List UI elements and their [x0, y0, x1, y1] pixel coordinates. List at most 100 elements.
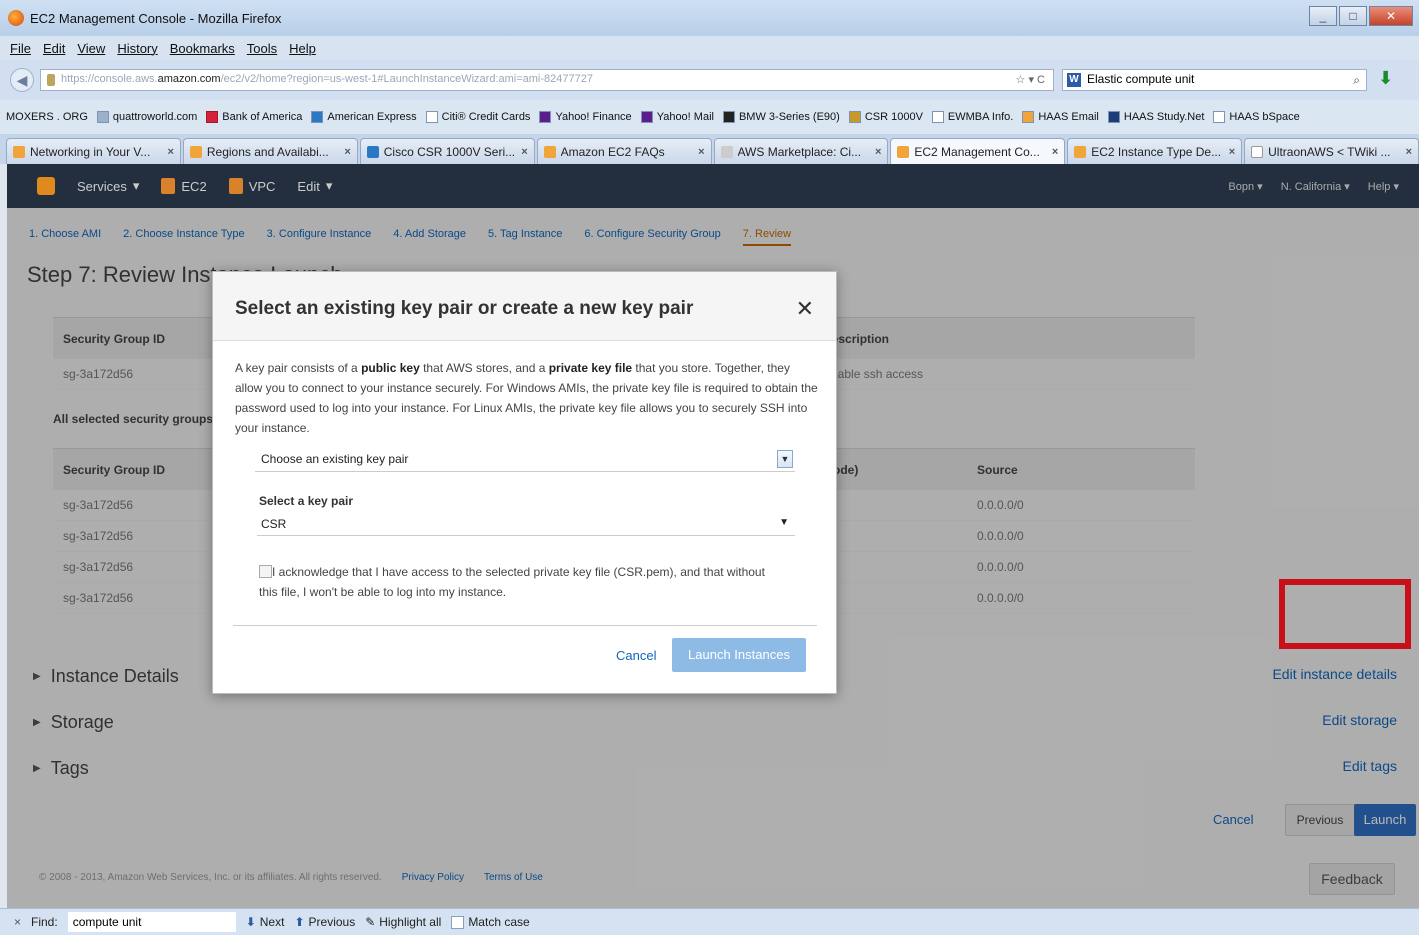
download-icon[interactable]: ⬇ [1378, 68, 1393, 89]
browser-tab[interactable]: Cisco CSR 1000V Seri... × [359, 138, 535, 164]
browser-tab[interactable]: EC2 Instance Type De... × [1067, 138, 1243, 164]
find-label: Find: [31, 915, 58, 929]
chevron-down-icon: ▾ [325, 178, 333, 193]
dialog-header: Select an existing key pair or create a … [213, 272, 836, 341]
bookmark-item[interactable]: Citi® Credit Cards [425, 111, 530, 123]
tab-favicon-icon [720, 145, 733, 158]
tab-close-icon[interactable]: × [344, 146, 350, 158]
annotation-highlight-box [1279, 579, 1411, 649]
navigation-bar: ◀ https://console.aws.amazon.com/ec2/v2/… [0, 60, 1419, 100]
arrow-up-icon: ⬆ [294, 915, 305, 929]
bookmark-icon [206, 111, 219, 123]
bookmark-icon [311, 111, 324, 123]
key-pair-dialog: Select an existing key pair or create a … [212, 271, 837, 694]
tab-close-icon[interactable]: × [1229, 146, 1235, 158]
browser-tab-active[interactable]: EC2 Management Co... × [890, 138, 1066, 164]
bookmark-item[interactable]: Yahoo! Finance [539, 111, 632, 123]
key-pair-mode-select[interactable]: Choose an existing key pair ▼ [255, 448, 795, 472]
vpc-shortcut[interactable]: VPC [228, 178, 275, 194]
highlight-all-button[interactable]: ✎ Highlight all [365, 915, 441, 929]
tab-close-icon[interactable]: × [1406, 146, 1412, 158]
bookmark-icon [96, 111, 109, 123]
dialog-description: A key pair consists of a public key that… [235, 361, 818, 435]
key-pair-mode-value: Choose an existing key pair [261, 452, 409, 466]
tab-close-icon[interactable]: × [167, 146, 173, 158]
match-case-checkbox[interactable] [451, 915, 465, 929]
bookmark-icon [425, 111, 438, 123]
search-icon[interactable]: ⌕ [1353, 73, 1360, 88]
tab-favicon-icon [1074, 145, 1087, 158]
search-engine-icon[interactable]: W [1067, 73, 1081, 87]
ec2-icon [161, 178, 176, 194]
services-menu[interactable]: Services ▾ [77, 178, 139, 194]
ec2-shortcut[interactable]: EC2 [161, 178, 207, 194]
search-bar[interactable]: W ⌕ [1062, 69, 1367, 91]
menu-bookmarks[interactable]: Bookmarks [170, 41, 235, 56]
bookmark-item[interactable]: Bank of America [206, 111, 302, 123]
bookmark-item[interactable]: quattroworld.com [96, 111, 197, 123]
tab-close-icon[interactable]: × [875, 146, 881, 158]
bookmark-item[interactable]: Yahoo! Mail [640, 111, 714, 123]
bookmark-item[interactable]: American Express [311, 111, 417, 123]
close-icon[interactable]: ✕ [796, 296, 814, 322]
find-input[interactable] [67, 912, 236, 932]
close-window-button[interactable]: ✕ [1369, 6, 1413, 26]
tab-close-icon[interactable]: × [521, 146, 527, 158]
close-find-icon[interactable]: × [14, 915, 21, 929]
menu-edit[interactable]: Edit [43, 41, 65, 56]
bookmark-item[interactable]: MOXERS . ORG [6, 111, 88, 123]
arrow-down-icon: ⬇ [245, 915, 256, 929]
user-menu[interactable]: Bopn ▾ [1228, 180, 1262, 193]
tab-close-icon[interactable]: × [698, 146, 704, 158]
menu-history[interactable]: History [117, 41, 157, 56]
divider [233, 625, 817, 626]
bookmark-item[interactable]: EWMBA Info. [931, 111, 1013, 123]
edit-menu[interactable]: Edit ▾ [297, 178, 332, 194]
highlighter-icon: ✎ [365, 915, 376, 929]
find-previous-button[interactable]: ⬆ Previous [294, 915, 355, 929]
reload-icon[interactable]: ☆ ▾ C [1016, 73, 1045, 86]
tab-favicon-icon [1251, 145, 1264, 158]
bookmark-icon [1022, 111, 1035, 123]
minimize-button[interactable]: _ [1309, 6, 1337, 26]
acknowledge-text: I acknowledge that I have access to the … [259, 565, 765, 599]
aws-logo-icon[interactable] [37, 177, 55, 195]
bookmarks-bar: MOXERS . ORG quattroworld.com Bank of Am… [0, 100, 1419, 134]
menu-view[interactable]: View [77, 41, 105, 56]
browser-tab[interactable]: Networking in Your V... × [6, 138, 181, 164]
url-text: https://console.aws.amazon.com/ec2/v2/ho… [61, 73, 593, 85]
launch-instances-button[interactable]: Launch Instances [672, 638, 806, 672]
acknowledge-checkbox[interactable] [259, 565, 272, 578]
bookmark-item[interactable]: CSR 1000V [848, 111, 923, 123]
browser-tab[interactable]: UltraonAWS < TWiki ... × [1244, 138, 1419, 164]
bookmark-icon [848, 111, 861, 123]
bookmark-item[interactable]: HAAS bSpace [1213, 111, 1300, 123]
help-menu[interactable]: Help ▾ [1368, 180, 1399, 193]
dropdown-arrow-icon[interactable]: ▼ [777, 450, 793, 468]
bookmark-item[interactable]: HAAS Email [1022, 111, 1099, 123]
browser-tab[interactable]: Amazon EC2 FAQs × [536, 138, 712, 164]
menu-file[interactable]: File [10, 41, 31, 56]
tab-strip: Networking in Your V... × Regions and Ava… [0, 134, 1419, 164]
back-arrow-icon[interactable]: ◀ [10, 68, 34, 92]
bookmark-item[interactable]: HAAS Study.Net [1107, 111, 1204, 123]
browser-tab[interactable]: Regions and Availabi... × [182, 138, 358, 164]
browser-tab[interactable]: AWS Marketplace: Ci... × [713, 138, 889, 164]
match-case-toggle[interactable]: Match case [451, 915, 530, 929]
dialog-cancel-button[interactable]: Cancel [616, 648, 656, 663]
menu-help[interactable]: Help [289, 41, 316, 56]
aws-console-nav: Services ▾ EC2 VPC Edit ▾ Bopn ▾ N. Califo… [7, 164, 1419, 208]
url-bar[interactable]: https://console.aws.amazon.com/ec2/v2/ho… [40, 69, 1054, 91]
search-input[interactable] [1087, 72, 1337, 86]
tab-close-icon[interactable]: × [1052, 146, 1058, 158]
bookmark-icon [1213, 111, 1226, 123]
firefox-icon [8, 10, 24, 26]
find-next-button[interactable]: ⬇ Next [246, 915, 285, 929]
menu-tools[interactable]: Tools [247, 41, 277, 56]
region-menu[interactable]: N. California ▾ [1281, 180, 1350, 193]
bookmark-item[interactable]: BMW 3-Series (E90) [722, 111, 840, 123]
dialog-title: Select an existing key pair or create a … [235, 298, 694, 319]
key-pair-select[interactable]: CSR ▼ [257, 512, 795, 536]
maximize-button[interactable]: □ [1339, 6, 1367, 26]
chevron-down-icon: ▼ [779, 517, 789, 528]
